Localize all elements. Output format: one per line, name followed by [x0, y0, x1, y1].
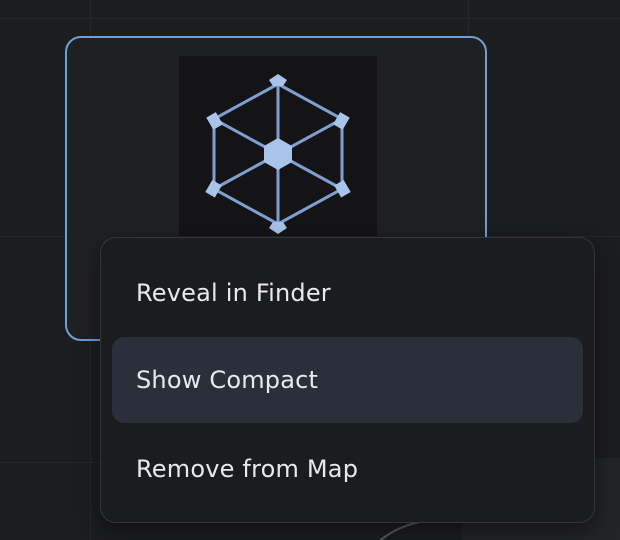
hexagon-hub-icon — [205, 74, 351, 234]
menu-item-label: Reveal in Finder — [136, 279, 331, 307]
grid-line — [0, 18, 620, 19]
node-thumbnail — [179, 56, 377, 236]
menu-item-show-compact[interactable]: Show Compact — [112, 337, 583, 423]
menu-item-label: Remove from Map — [136, 455, 359, 483]
map-canvas[interactable]: Reveal in Finder Show Compact Remove fro… — [0, 0, 620, 540]
menu-item-label: Show Compact — [136, 366, 319, 394]
context-menu: Reveal in Finder Show Compact Remove fro… — [100, 237, 595, 523]
menu-item-remove-from-map[interactable]: Remove from Map — [112, 426, 583, 512]
menu-item-reveal-in-finder[interactable]: Reveal in Finder — [112, 250, 583, 336]
